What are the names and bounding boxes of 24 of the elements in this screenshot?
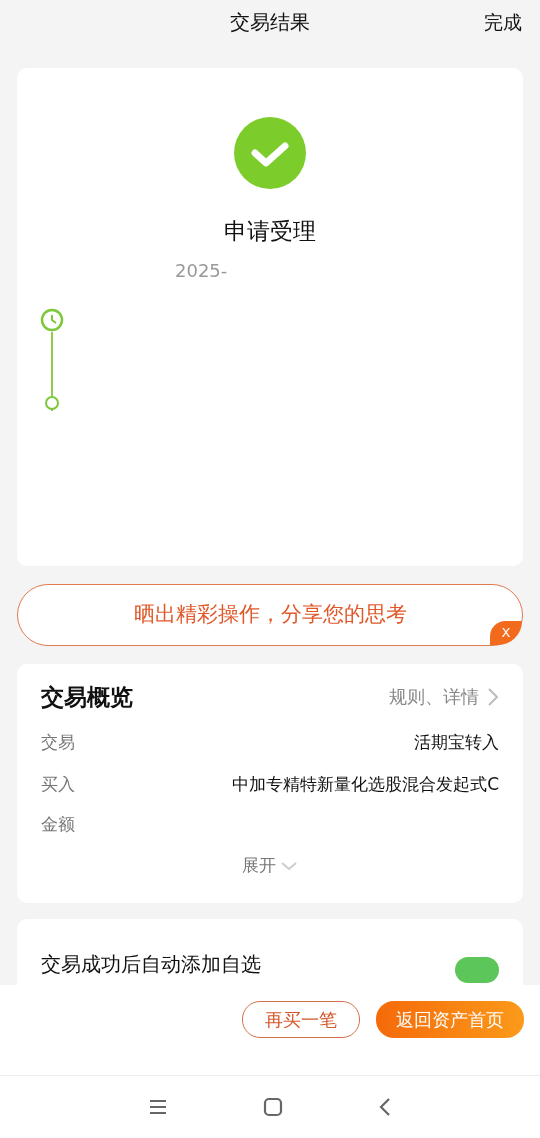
page-title: 交易结果 [230,9,310,36]
chevron-right-icon [487,686,499,707]
menu-icon[interactable] [148,1098,168,1116]
home-button[interactable]: 返回资产首页 [376,1001,524,1038]
rules-link[interactable]: 规则、详情 [389,683,479,711]
row-value: 活期宝转入 [414,731,499,754]
close-button[interactable]: X [490,620,522,645]
buy-again-button[interactable]: 再买一笔 [242,1001,360,1038]
row-label: 交易 [41,731,75,754]
row-label: 买入 [41,772,75,796]
done-link[interactable]: 完成 [484,8,522,37]
chevron-down-icon [280,860,298,871]
share-text: 晒出精彩操作，分享您的思考 [133,600,407,628]
auto-add-label: 交易成功后自动添加自选 [41,950,261,978]
back-icon[interactable] [378,1097,392,1117]
home-square-icon[interactable] [263,1097,283,1117]
toggle-switch[interactable] [455,956,499,983]
expand-link[interactable]: 展开 [242,853,276,879]
share-banner[interactable]: 晒出精彩操作，分享您的思考 X [17,583,523,646]
status-title: 申请受理 [224,217,316,246]
row-value: 中加专精特新量化选股混合发起式C [232,772,499,796]
section-title: 交易概览 [41,682,133,712]
date-text: 2025- [175,258,228,283]
row-label: 金额 [41,813,75,837]
